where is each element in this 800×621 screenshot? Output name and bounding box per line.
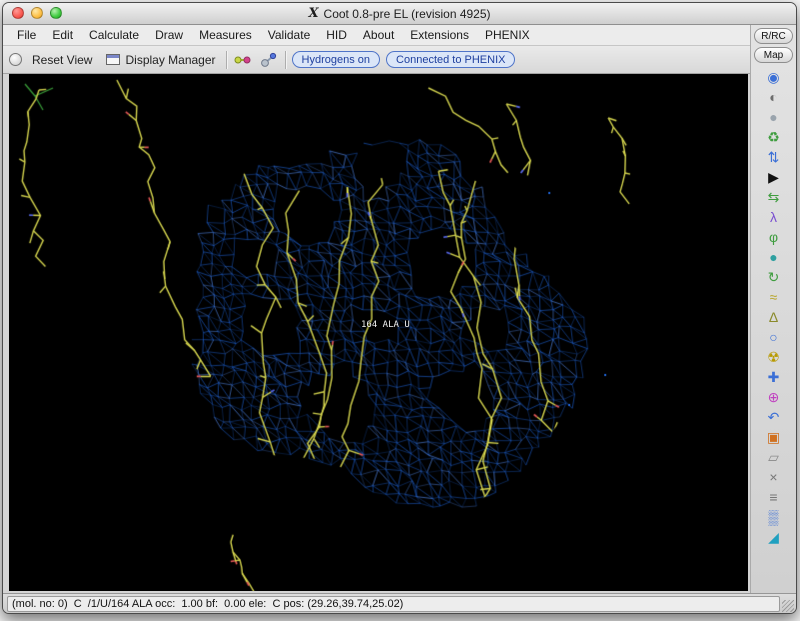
- window-body: File Edit Calculate Draw Measures Valida…: [3, 25, 796, 593]
- sphere-icon[interactable]: ●: [761, 107, 787, 127]
- window-controls: [12, 7, 62, 19]
- menu-validate[interactable]: Validate: [260, 25, 318, 46]
- status-text: (mol. no: 0) C /1/U/164 ALA occ: 1.00 bf…: [7, 596, 780, 612]
- globe-icon[interactable]: ◉: [761, 67, 787, 87]
- ruler-icon[interactable]: ≡: [761, 487, 787, 507]
- resize-grip[interactable]: [782, 600, 794, 612]
- reset-view-label: Reset View: [32, 53, 92, 67]
- play-icon[interactable]: ▶: [761, 167, 787, 187]
- menu-draw[interactable]: Draw: [147, 25, 191, 46]
- toolbar: Reset View Display Manager: [3, 46, 750, 74]
- menu-calculate[interactable]: Calculate: [81, 25, 147, 46]
- target-icon[interactable]: ⊕: [761, 387, 787, 407]
- delete-icon[interactable]: ×: [761, 467, 787, 487]
- radiation-icon[interactable]: ☢: [761, 347, 787, 367]
- go-to-atom-icon[interactable]: [233, 50, 253, 70]
- display-manager-label: Display Manager: [125, 53, 215, 67]
- phi-psi-icon[interactable]: φ: [761, 227, 787, 247]
- close-button[interactable]: [12, 7, 24, 19]
- wave-icon[interactable]: ≈: [761, 287, 787, 307]
- main-column: File Edit Calculate Draw Measures Valida…: [3, 25, 750, 593]
- toolbar-toggle-button[interactable]: [9, 53, 22, 66]
- teal-sphere-icon[interactable]: ●: [761, 247, 787, 267]
- molecule-icon[interactable]: [259, 50, 279, 70]
- menu-edit[interactable]: Edit: [44, 25, 81, 46]
- menu-phenix[interactable]: PHENIX: [477, 25, 538, 46]
- sort-arrows-icon[interactable]: ⇅: [761, 147, 787, 167]
- window-title-group: X Coot 0.8-pre EL (revision 4925): [308, 6, 490, 21]
- window-title: Coot 0.8-pre EL (revision 4925): [324, 7, 491, 21]
- menu-bar: File Edit Calculate Draw Measures Valida…: [3, 25, 750, 46]
- side-icon-strip: ◉◐●♻⇅▶⇆λφ●↻≈Δ○☢✚⊕↶▣▱×≡▒◢: [761, 67, 787, 593]
- rgb-grid-icon[interactable]: ▒: [761, 507, 787, 527]
- map-button[interactable]: Map: [754, 47, 793, 63]
- display-manager-icon: [106, 54, 120, 65]
- title-bar[interactable]: X Coot 0.8-pre EL (revision 4925): [3, 3, 796, 25]
- app-window: X Coot 0.8-pre EL (revision 4925) File E…: [2, 2, 797, 614]
- display-manager-button[interactable]: Display Manager: [102, 53, 219, 67]
- eraser-icon[interactable]: ▱: [761, 447, 787, 467]
- recycle-icon[interactable]: ♻: [761, 127, 787, 147]
- zoom-button[interactable]: [50, 7, 62, 19]
- corner-icon[interactable]: ◢: [761, 527, 787, 547]
- cross-icon[interactable]: ✚: [761, 367, 787, 387]
- water-icon[interactable]: ○: [761, 327, 787, 347]
- menu-measures[interactable]: Measures: [191, 25, 260, 46]
- toolbar-separator: [285, 51, 286, 69]
- gl-viewport[interactable]: 164 ALA U: [9, 74, 748, 591]
- plus-box-icon[interactable]: ▣: [761, 427, 787, 447]
- hydrogens-toggle-button[interactable]: Hydrogens on: [292, 51, 381, 68]
- right-toolbar: R/RC Map ◉◐●♻⇅▶⇆λφ●↻≈Δ○☢✚⊕↶▣▱×≡▒◢: [750, 25, 796, 593]
- lambda-icon[interactable]: λ: [761, 207, 787, 227]
- menu-about[interactable]: About: [355, 25, 402, 46]
- minimize-button[interactable]: [31, 7, 43, 19]
- menu-hid[interactable]: HID: [318, 25, 355, 46]
- menu-extensions[interactable]: Extensions: [402, 25, 477, 46]
- x11-icon: X: [308, 6, 318, 21]
- menu-file[interactable]: File: [9, 25, 44, 46]
- reset-view-button[interactable]: Reset View: [28, 53, 96, 67]
- rrc-button[interactable]: R/RC: [754, 28, 793, 44]
- swap-arrows-icon[interactable]: ⇆: [761, 187, 787, 207]
- status-bar: (mol. no: 0) C /1/U/164 ALA occ: 1.00 bf…: [3, 593, 796, 614]
- delta-icon[interactable]: Δ: [761, 307, 787, 327]
- phenix-status-button[interactable]: Connected to PHENIX: [386, 51, 515, 68]
- rotate-icon[interactable]: ↻: [761, 267, 787, 287]
- gl-canvas[interactable]: [9, 74, 748, 591]
- toolbar-separator: [226, 51, 227, 69]
- clock-icon[interactable]: ◐: [761, 87, 787, 107]
- undo-icon[interactable]: ↶: [761, 407, 787, 427]
